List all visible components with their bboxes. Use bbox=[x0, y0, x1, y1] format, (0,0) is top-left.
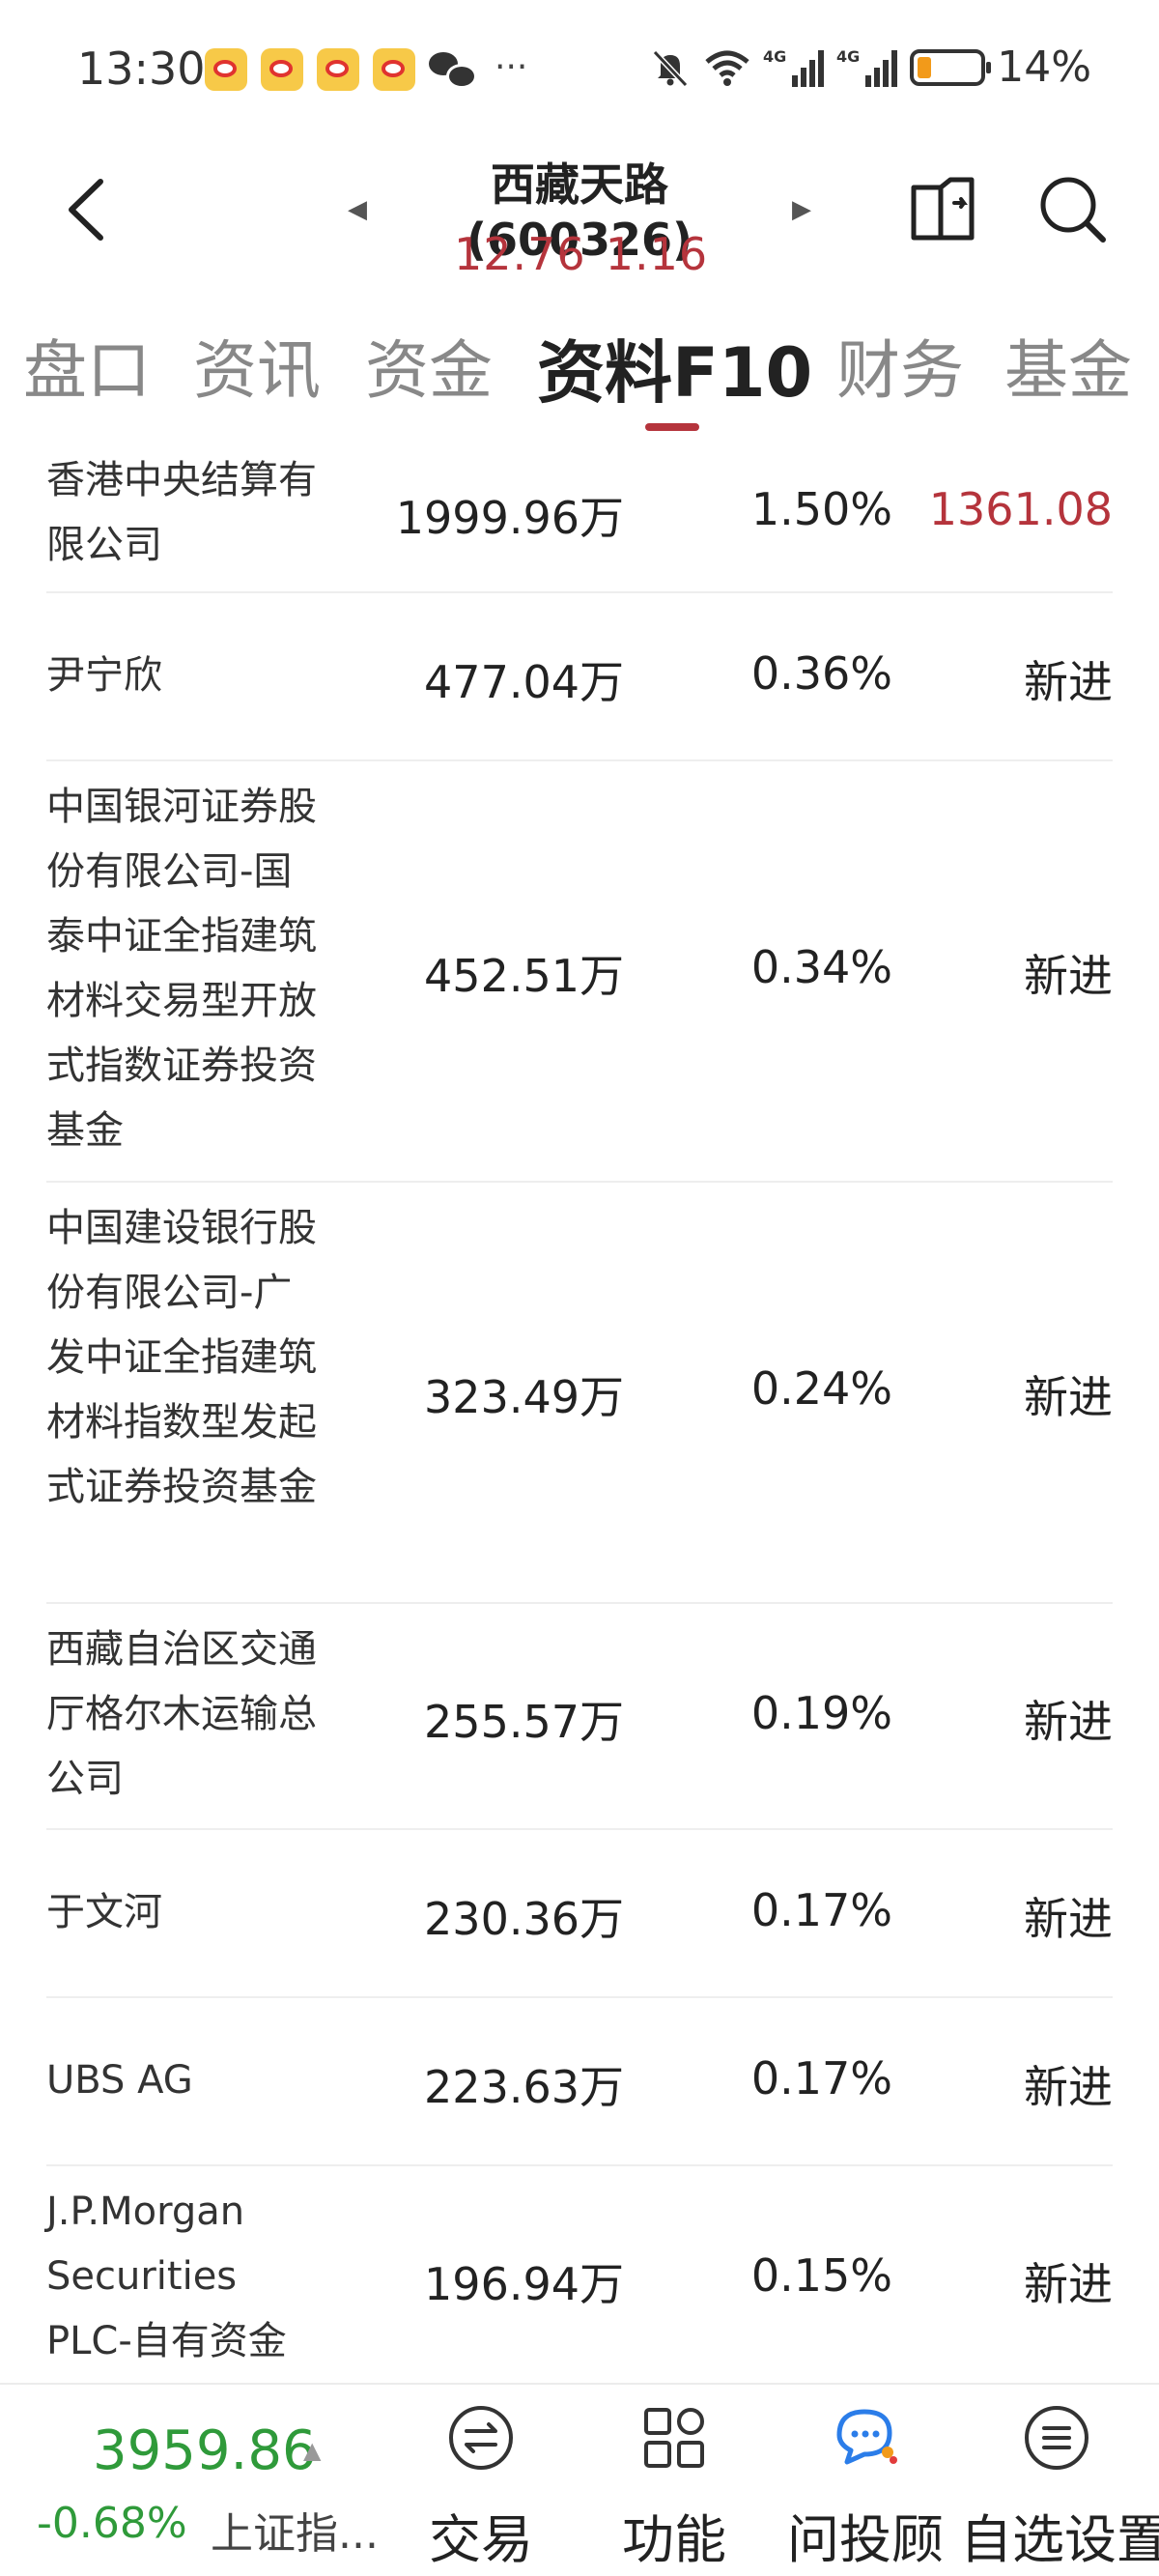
holder-name: 中国建设银行股份有限公司-广发中证全指建筑材料指数型发起式证券投资基金 bbox=[46, 1206, 317, 1509]
grid-icon bbox=[644, 2408, 704, 2468]
holder-percent: 0.36% bbox=[750, 647, 892, 700]
network-label-1: 4G bbox=[763, 47, 786, 66]
system-icons: 4G 4G 14% bbox=[649, 43, 1091, 92]
notification-icons: ··· bbox=[205, 48, 527, 91]
nav-advisor[interactable]: 问投顾 bbox=[769, 2404, 962, 2573]
holder-percent: 0.17% bbox=[750, 1884, 892, 1936]
table-row[interactable]: J.P.Morgan Securities PLC-自有资金 196.94万 0… bbox=[46, 2166, 1113, 2392]
holder-percent: 0.24% bbox=[750, 1362, 892, 1415]
mute-bell-icon bbox=[653, 49, 689, 87]
nav-watchlist-settings[interactable]: 自选设置 bbox=[960, 2404, 1159, 2573]
holder-name: UBS AG bbox=[46, 2058, 193, 2103]
search-icon[interactable] bbox=[1037, 174, 1109, 245]
weibo-icon bbox=[373, 48, 415, 91]
status-bar: 13:30 ··· 4G 4G 14% bbox=[0, 0, 1159, 145]
holder-volume: 255.57万 bbox=[424, 1696, 624, 1748]
table-row[interactable]: 西藏自治区交通厅格尔木运输总公司 255.57万 0.19% 新进 bbox=[46, 1604, 1113, 1830]
holder-percent: 0.34% bbox=[750, 941, 892, 993]
holder-change: 1361.08 bbox=[928, 483, 1113, 535]
signal-4g-icon: 4G bbox=[836, 47, 898, 87]
bottom-bar: 3959.86 ▲ -0.68% 上证指... 交易 功能 问投顾 自选设置 bbox=[0, 2383, 1159, 2576]
tab-f10[interactable]: 资料F10 bbox=[537, 319, 812, 416]
next-stock-icon[interactable]: ▶ bbox=[792, 195, 811, 224]
table-row[interactable]: UBS AG 223.63万 0.17% 新进 bbox=[46, 1998, 1113, 2166]
holder-change: 新进 bbox=[1024, 656, 1113, 708]
signal-4g-icon: 4G bbox=[763, 47, 825, 87]
stock-price: 12.76 bbox=[454, 228, 586, 280]
holder-change: 新进 bbox=[1024, 2258, 1113, 2310]
holder-percent: 0.15% bbox=[750, 2249, 892, 2302]
nav-trade[interactable]: 交易 bbox=[384, 2404, 578, 2573]
stock-price-line: 12.76 1.16 bbox=[454, 228, 727, 280]
nav-functions-label: 功能 bbox=[622, 2509, 726, 2570]
holder-volume: 452.51万 bbox=[424, 950, 624, 1002]
holder-volume: 323.49万 bbox=[424, 1371, 624, 1423]
exchange-icon bbox=[449, 2406, 513, 2470]
table-row[interactable]: 中国建设银行股份有限公司-广发中证全指建筑材料指数型发起式证券投资基金 323.… bbox=[46, 1183, 1113, 1604]
holder-name: 于文河 bbox=[46, 1890, 162, 1934]
status-time: 13:30 bbox=[77, 43, 206, 95]
holder-percent: 0.17% bbox=[750, 2052, 892, 2104]
holder-change: 新进 bbox=[1024, 1893, 1113, 1945]
stock-change: 1.16 bbox=[605, 228, 709, 280]
back-arrow-icon[interactable] bbox=[60, 176, 118, 243]
nav-advisor-label: 问投顾 bbox=[787, 2509, 944, 2570]
holder-volume: 196.94万 bbox=[424, 2258, 624, 2310]
tab-funds-flow[interactable]: 资金 bbox=[365, 319, 493, 412]
index-value: 3959.86 bbox=[93, 2419, 317, 2482]
menu-list-icon bbox=[1025, 2406, 1088, 2470]
tab-news[interactable]: 资讯 bbox=[193, 319, 321, 412]
battery-percent: 14% bbox=[997, 43, 1091, 92]
weibo-icon bbox=[261, 48, 303, 91]
more-notifications-icon: ··· bbox=[495, 47, 528, 87]
active-tab-indicator bbox=[645, 423, 699, 431]
book-icon[interactable] bbox=[908, 174, 977, 243]
wechat-icon bbox=[429, 50, 477, 89]
table-row[interactable]: 香港中央结算有限公司 1999.96万 1.50% 1361.08 bbox=[46, 435, 1113, 593]
prev-stock-icon[interactable]: ◀ bbox=[348, 195, 367, 224]
tab-finance[interactable]: 财务 bbox=[836, 319, 964, 412]
holder-volume: 1999.96万 bbox=[395, 492, 624, 544]
weibo-icon bbox=[205, 48, 247, 91]
wifi-icon bbox=[705, 50, 749, 86]
tab-fund[interactable]: 基金 bbox=[1004, 319, 1132, 412]
holder-volume: 477.04万 bbox=[424, 656, 624, 708]
battery-icon bbox=[910, 48, 992, 86]
holder-change: 新进 bbox=[1024, 1371, 1113, 1423]
table-row[interactable]: 于文河 230.36万 0.17% 新进 bbox=[46, 1830, 1113, 1998]
holder-name: 西藏自治区交通厅格尔木运输总公司 bbox=[46, 1627, 317, 1801]
network-label-2: 4G bbox=[836, 47, 860, 66]
stock-header: ◀ 西藏天路(600326) ▶ 12.76 1.16 bbox=[0, 145, 1159, 309]
holder-name: 尹宁欣 bbox=[46, 653, 162, 698]
holder-change: 新进 bbox=[1024, 1696, 1113, 1748]
index-up-arrow-icon: ▲ bbox=[303, 2437, 322, 2464]
holder-volume: 223.63万 bbox=[424, 2061, 624, 2113]
holder-change: 新进 bbox=[1024, 950, 1113, 1002]
holder-change: 新进 bbox=[1024, 2061, 1113, 2113]
holders-table: 香港中央结算有限公司 1999.96万 1.50% 1361.08 尹宁欣 47… bbox=[46, 435, 1113, 2392]
nav-trade-label: 交易 bbox=[429, 2509, 533, 2570]
holder-name: J.P.Morgan Securities PLC-自有资金 bbox=[46, 2190, 287, 2363]
holder-percent: 0.19% bbox=[750, 1687, 892, 1739]
tab-pankou[interactable]: 盘口 bbox=[23, 319, 151, 412]
table-row[interactable]: 尹宁欣 477.04万 0.36% 新进 bbox=[46, 593, 1113, 761]
table-row[interactable]: 中国银河证券股份有限公司-国泰中证全指建筑材料交易型开放式指数证券投资基金 45… bbox=[46, 761, 1113, 1183]
index-change: -0.68% bbox=[37, 2499, 187, 2548]
holder-name: 中国银河证券股份有限公司-国泰中证全指建筑材料交易型开放式指数证券投资基金 bbox=[46, 785, 317, 1153]
holder-volume: 230.36万 bbox=[424, 1893, 624, 1945]
chat-icon bbox=[836, 2409, 897, 2465]
nav-functions[interactable]: 功能 bbox=[578, 2404, 771, 2573]
nav-watchlist-settings-label: 自选设置 bbox=[960, 2509, 1159, 2570]
holder-name: 香港中央结算有限公司 bbox=[46, 458, 317, 567]
weibo-icon bbox=[317, 48, 359, 91]
index-name: 上证指... bbox=[211, 2509, 379, 2559]
section-tabs: 盘口 资讯 资金 资料F10 财务 基金 bbox=[0, 319, 1159, 435]
holder-percent: 1.50% bbox=[750, 483, 892, 535]
